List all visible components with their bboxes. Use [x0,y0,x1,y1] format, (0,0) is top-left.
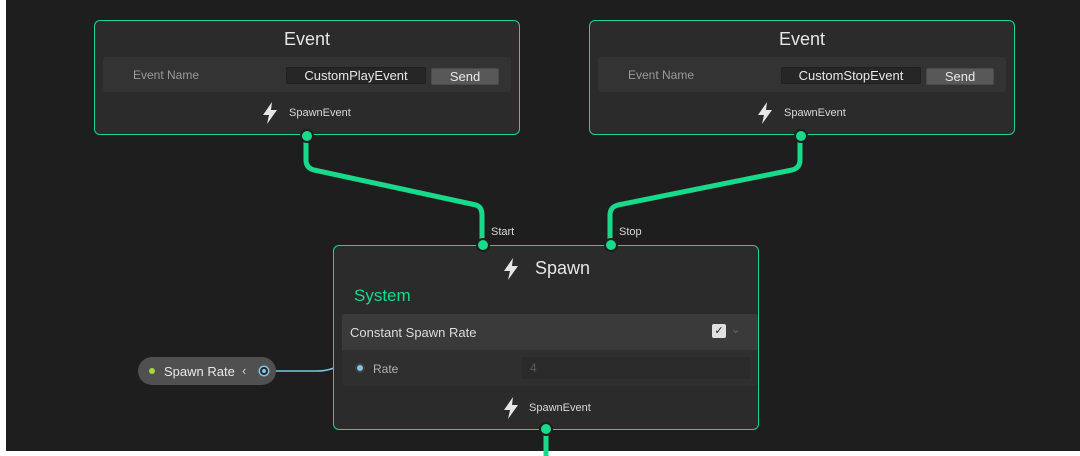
parameter-output-port[interactable] [260,367,268,375]
event-name-field[interactable]: CustomPlayEvent [286,67,426,84]
spawn-rate-parameter-node[interactable]: Spawn Rate ‹ [138,357,276,385]
start-input-port[interactable] [476,238,490,252]
event-name-row: Event Name CustomPlayEvent Send [103,57,511,92]
system-context-label: System [354,286,411,305]
parameter-label: Spawn Rate [164,364,235,379]
lightning-bolt-icon [263,102,277,124]
event-name-field[interactable]: CustomStopEvent [781,67,921,84]
start-port-label: Start [491,226,515,238]
event-name-label: Event Name [133,68,200,82]
event-name-row: Event Name CustomStopEvent Send [598,57,1006,92]
spawn-context-node[interactable]: Spawn System Constant Spawn Rate ✓ ⌄ Rat… [333,238,759,436]
lightning-bolt-icon [758,102,772,124]
output-port-label: SpawnEvent [289,107,351,119]
stop-input-port[interactable] [604,238,618,252]
block-enabled-checkbox[interactable]: ✓ [712,324,726,338]
event-name-label: Event Name [628,68,695,82]
event-node-stop[interactable]: Event Event Name CustomStopEvent Send Sp… [589,20,1015,143]
rate-value-field[interactable]: 4 [522,357,750,379]
output-flow-port[interactable] [300,129,314,143]
output-flow-port[interactable] [794,129,808,143]
parameter-exposed-dot [149,368,155,374]
send-button[interactable]: Send [926,68,994,85]
node-title: Event [778,29,826,49]
rate-property-row: Rate 4 [342,350,758,386]
checkmark-icon: ✓ [714,325,724,337]
constant-spawn-rate-block[interactable]: Constant Spawn Rate ✓ ⌄ [342,314,758,350]
spawn-node-title: Spawn [535,258,591,278]
node-title: Event [283,29,331,49]
rate-input-port[interactable] [355,363,365,373]
stop-port-label: Stop [619,226,642,238]
rate-label: Rate [373,362,399,376]
collapse-chevron-icon[interactable]: ‹ [242,363,246,378]
output-flow-port[interactable] [539,422,553,436]
chevron-down-icon[interactable]: ⌄ [731,323,740,336]
flow-wire-play-to-start [303,133,485,247]
event-node-play[interactable]: Event Event Name CustomPlayEvent Send Sp… [94,20,520,143]
block-title: Constant Spawn Rate [350,325,477,340]
output-port-label: SpawnEvent [784,107,846,119]
output-port-label: SpawnEvent [529,402,591,414]
send-button[interactable]: Send [431,68,499,85]
lightning-bolt-icon [504,397,518,419]
lightning-bolt-icon [504,258,518,280]
